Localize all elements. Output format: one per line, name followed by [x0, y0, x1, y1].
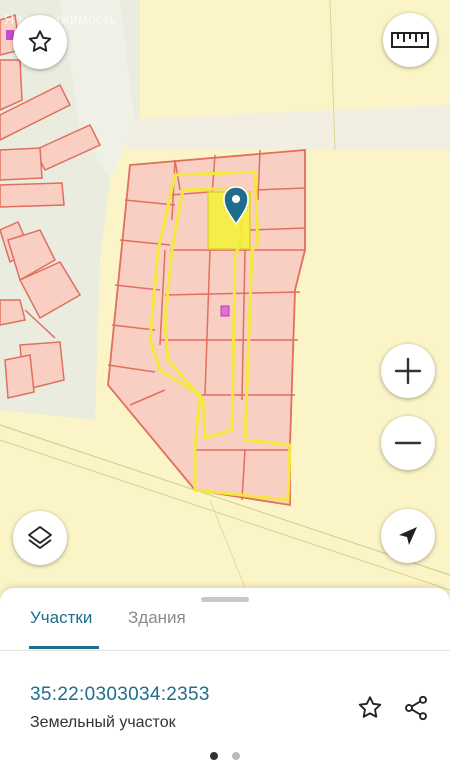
cadastral-map[interactable]: Я Недвижимость: [0, 0, 450, 600]
navigation-arrow-icon: [399, 527, 417, 545]
page-dot-active: [210, 752, 218, 760]
layers-button[interactable]: [13, 511, 67, 565]
minus-icon: [394, 441, 422, 445]
parcel-info-sheet[interactable]: Участки Здания 35:22:0303034:2353 Земель…: [0, 588, 450, 768]
share-button[interactable]: [401, 693, 431, 723]
ruler-button[interactable]: [383, 13, 437, 67]
tab-buildings[interactable]: Здания: [128, 608, 186, 628]
favorite-button[interactable]: [13, 15, 67, 69]
star-icon: [28, 30, 52, 52]
tab-parcels[interactable]: Участки: [30, 608, 92, 628]
map-canvas[interactable]: [0, 0, 450, 600]
plus-icon: [394, 357, 422, 385]
sheet-drag-handle[interactable]: [201, 597, 249, 602]
layers-icon: [28, 526, 52, 549]
ruler-icon: [391, 32, 429, 48]
cadastral-number[interactable]: 35:22:0303034:2353: [30, 684, 210, 706]
tabs-divider: [0, 650, 450, 651]
share-icon: [405, 695, 427, 721]
object-marker: [220, 305, 230, 317]
zoom-out-button[interactable]: [381, 416, 435, 470]
zoom-in-button[interactable]: [381, 344, 435, 398]
page-dot: [232, 752, 240, 760]
sheet-tabs: Участки Здания: [0, 606, 450, 649]
star-icon: [358, 696, 382, 718]
parcel-type: Земельный участок: [30, 714, 176, 731]
favorite-parcel-button[interactable]: [355, 693, 385, 723]
locate-button[interactable]: [381, 509, 435, 563]
active-tab-indicator: [29, 646, 99, 649]
